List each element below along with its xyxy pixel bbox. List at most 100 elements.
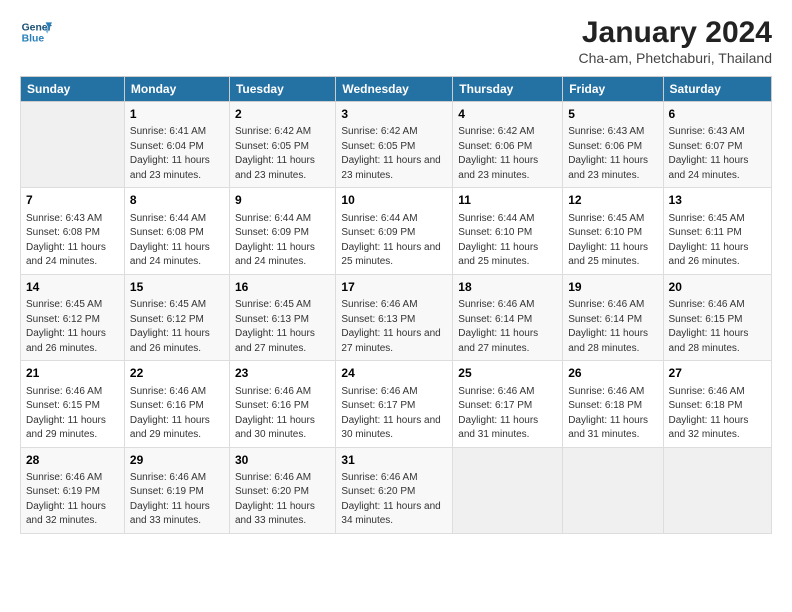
day-number: 23 — [235, 365, 330, 382]
table-row — [563, 447, 663, 533]
day-number: 9 — [235, 192, 330, 209]
day-number: 30 — [235, 452, 330, 469]
cell-info: Sunrise: 6:46 AMSunset: 6:19 PMDaylight:… — [130, 471, 224, 529]
col-friday: Friday — [563, 77, 663, 102]
col-thursday: Thursday — [453, 77, 563, 102]
cell-info: Sunrise: 6:46 AMSunset: 6:13 PMDaylight:… — [341, 298, 447, 356]
day-number: 25 — [458, 365, 557, 382]
cell-info: Sunrise: 6:46 AMSunset: 6:14 PMDaylight:… — [458, 298, 557, 356]
col-wednesday: Wednesday — [336, 77, 453, 102]
table-row: 11Sunrise: 6:44 AMSunset: 6:10 PMDayligh… — [453, 188, 563, 274]
header: General Blue January 2024 Cha-am, Phetch… — [20, 16, 772, 66]
col-monday: Monday — [124, 77, 229, 102]
logo: General Blue — [20, 16, 52, 48]
cell-info: Sunrise: 6:44 AMSunset: 6:10 PMDaylight:… — [458, 212, 557, 270]
cell-info: Sunrise: 6:45 AMSunset: 6:11 PMDaylight:… — [669, 212, 766, 270]
table-row: 20 Sunrise: 6:46 AMSunset: 6:15 PMDayligh… — [663, 274, 771, 360]
cell-info: Sunrise: 6:46 AMSunset: 6:18 PMDaylight:… — [568, 385, 657, 443]
day-number: 4 — [458, 106, 557, 123]
day-number: 21 — [26, 365, 119, 382]
day-number: 18 — [458, 279, 557, 296]
svg-text:Blue: Blue — [22, 34, 45, 45]
day-number: 24 — [341, 365, 447, 382]
table-row: 23 Sunrise: 6:46 AMSunset: 6:16 PMDayligh… — [229, 361, 335, 447]
table-row: 18 Sunrise: 6:46 AMSunset: 6:14 PMDayligh… — [453, 274, 563, 360]
day-number: 26 — [568, 365, 657, 382]
col-sunday: Sunday — [21, 77, 125, 102]
title-block: January 2024 Cha-am, Phetchaburi, Thaila… — [578, 16, 772, 66]
cell-info: Sunrise: 6:46 AMSunset: 6:18 PMDaylight:… — [669, 385, 766, 443]
cell-info: Sunrise: 6:46 AMSunset: 6:20 PMDaylight:… — [341, 471, 447, 529]
cell-info: Sunrise: 6:46 AMSunset: 6:17 PMDaylight:… — [341, 385, 447, 443]
cell-info: Sunrise: 6:46 AMSunset: 6:14 PMDaylight:… — [568, 298, 657, 356]
day-number: 7 — [26, 192, 119, 209]
cell-info: Sunrise: 6:43 AMSunset: 6:06 PMDaylight:… — [568, 125, 657, 183]
cell-info: Sunrise: 6:42 AMSunset: 6:06 PMDaylight:… — [458, 125, 557, 183]
table-row: 28 Sunrise: 6:46 AMSunset: 6:19 PMDayligh… — [21, 447, 125, 533]
day-number: 20 — [669, 279, 766, 296]
day-number: 16 — [235, 279, 330, 296]
day-number: 13 — [669, 192, 766, 209]
day-number: 22 — [130, 365, 224, 382]
page: General Blue January 2024 Cha-am, Phetch… — [0, 0, 792, 612]
cell-info: Sunrise: 6:43 AMSunset: 6:08 PMDaylight:… — [26, 212, 119, 270]
cell-info: Sunrise: 6:44 AMSunset: 6:08 PMDaylight:… — [130, 212, 224, 270]
table-row: 2 Sunrise: 6:42 AMSunset: 6:05 PMDaylight… — [229, 102, 335, 188]
cell-info: Sunrise: 6:44 AMSunset: 6:09 PMDaylight:… — [235, 212, 330, 270]
table-row: 5 Sunrise: 6:43 AMSunset: 6:06 PMDaylight… — [563, 102, 663, 188]
table-row: 30 Sunrise: 6:46 AMSunset: 6:20 PMDayligh… — [229, 447, 335, 533]
cell-info: Sunrise: 6:41 AMSunset: 6:04 PMDaylight:… — [130, 125, 224, 183]
cell-info: Sunrise: 6:45 AMSunset: 6:12 PMDaylight:… — [26, 298, 119, 356]
day-number: 14 — [26, 279, 119, 296]
table-row: 24 Sunrise: 6:46 AMSunset: 6:17 PMDayligh… — [336, 361, 453, 447]
cell-info: Sunrise: 6:46 AMSunset: 6:20 PMDaylight:… — [235, 471, 330, 529]
day-number: 15 — [130, 279, 224, 296]
table-row: 8 Sunrise: 6:44 AMSunset: 6:08 PMDaylight… — [124, 188, 229, 274]
cell-info: Sunrise: 6:46 AMSunset: 6:15 PMDaylight:… — [669, 298, 766, 356]
table-row: 31 Sunrise: 6:46 AMSunset: 6:20 PMDayligh… — [336, 447, 453, 533]
table-row: 27 Sunrise: 6:46 AMSunset: 6:18 PMDayligh… — [663, 361, 771, 447]
table-row: 10Sunrise: 6:44 AMSunset: 6:09 PMDayligh… — [336, 188, 453, 274]
col-saturday: Saturday — [663, 77, 771, 102]
cell-info: Sunrise: 6:45 AMSunset: 6:13 PMDaylight:… — [235, 298, 330, 356]
day-number: 27 — [669, 365, 766, 382]
day-number: 2 — [235, 106, 330, 123]
calendar-table: Sunday Monday Tuesday Wednesday Thursday… — [20, 76, 772, 534]
logo-icon: General Blue — [20, 16, 52, 48]
cell-info: Sunrise: 6:46 AMSunset: 6:17 PMDaylight:… — [458, 385, 557, 443]
table-row: 19 Sunrise: 6:46 AMSunset: 6:14 PMDayligh… — [563, 274, 663, 360]
table-row: 6Sunrise: 6:43 AMSunset: 6:07 PMDaylight… — [663, 102, 771, 188]
subtitle: Cha-am, Phetchaburi, Thailand — [578, 50, 772, 66]
cell-info: Sunrise: 6:46 AMSunset: 6:16 PMDaylight:… — [235, 385, 330, 443]
cell-info: Sunrise: 6:43 AMSunset: 6:07 PMDaylight:… — [669, 125, 766, 183]
table-row: 17Sunrise: 6:46 AMSunset: 6:13 PMDayligh… — [336, 274, 453, 360]
day-number: 19 — [568, 279, 657, 296]
cell-info: Sunrise: 6:46 AMSunset: 6:19 PMDaylight:… — [26, 471, 119, 529]
table-row: 22Sunrise: 6:46 AMSunset: 6:16 PMDayligh… — [124, 361, 229, 447]
day-number: 12 — [568, 192, 657, 209]
table-row — [21, 102, 125, 188]
day-number: 8 — [130, 192, 224, 209]
day-number: 1 — [130, 106, 224, 123]
table-row: 21 Sunrise: 6:46 AMSunset: 6:15 PMDayligh… — [21, 361, 125, 447]
day-number: 28 — [26, 452, 119, 469]
day-number: 3 — [341, 106, 447, 123]
cell-info: Sunrise: 6:45 AMSunset: 6:12 PMDaylight:… — [130, 298, 224, 356]
table-row: 3Sunrise: 6:42 AMSunset: 6:05 PMDaylight… — [336, 102, 453, 188]
table-row: 1 Sunrise: 6:41 AMSunset: 6:04 PMDaylight… — [124, 102, 229, 188]
day-number: 31 — [341, 452, 447, 469]
table-row: 16 Sunrise: 6:45 AMSunset: 6:13 PMDayligh… — [229, 274, 335, 360]
table-row: 4 Sunrise: 6:42 AMSunset: 6:06 PMDaylight… — [453, 102, 563, 188]
table-row — [453, 447, 563, 533]
cell-info: Sunrise: 6:42 AMSunset: 6:05 PMDaylight:… — [235, 125, 330, 183]
day-number: 29 — [130, 452, 224, 469]
cell-info: Sunrise: 6:44 AMSunset: 6:09 PMDaylight:… — [341, 212, 447, 270]
day-number: 5 — [568, 106, 657, 123]
table-row — [663, 447, 771, 533]
table-row: 29 Sunrise: 6:46 AMSunset: 6:19 PMDayligh… — [124, 447, 229, 533]
cell-info: Sunrise: 6:46 AMSunset: 6:15 PMDaylight:… — [26, 385, 119, 443]
cell-info: Sunrise: 6:45 AMSunset: 6:10 PMDaylight:… — [568, 212, 657, 270]
table-row: 15 Sunrise: 6:45 AMSunset: 6:12 PMDayligh… — [124, 274, 229, 360]
table-row: 12 Sunrise: 6:45 AMSunset: 6:10 PMDayligh… — [563, 188, 663, 274]
col-tuesday: Tuesday — [229, 77, 335, 102]
